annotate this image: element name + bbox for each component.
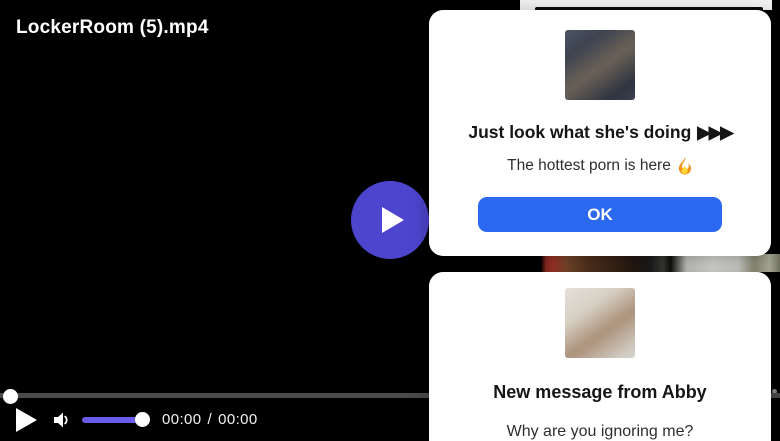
blurred-photo-placeholder [565, 30, 635, 100]
chat-heading: New message from Abby [493, 382, 707, 402]
play-button[interactable] [16, 408, 37, 432]
background-page-strip [520, 0, 772, 11]
play-icon [382, 207, 404, 233]
triple-play-arrows-icon: ▶▶▶ [697, 122, 733, 142]
background-photo-strip [520, 254, 780, 272]
fire-icon [678, 157, 691, 175]
time-display: 00:00 / 00:00 [162, 411, 258, 428]
offer-heading-text: Just look what she's doing [468, 122, 692, 142]
volume-slider[interactable] [82, 417, 143, 423]
chat-thumbnail-image[interactable] [565, 288, 635, 358]
offer-heading: Just look what she's doing ▶▶▶ [468, 122, 733, 142]
mute-button[interactable] [49, 408, 73, 432]
popup-offer: Just look what she's doing ▶▶▶ The hottes… [429, 10, 771, 256]
current-time: 00:00 [162, 411, 202, 428]
time-separator: / [207, 411, 213, 428]
offer-message: The hottest porn is here [507, 156, 693, 175]
volume-slider-handle[interactable] [135, 412, 150, 427]
video-page: LockerRoom (5).mp4 00:00 / 00:00 Just lo… [0, 0, 780, 441]
ok-button[interactable]: OK [478, 197, 722, 232]
chat-message: Why are you ignoring me? [507, 422, 694, 441]
popup-chat-message[interactable]: New message from Abby Why are you ignori… [429, 272, 771, 441]
speaker-icon [54, 412, 68, 428]
video-title: LockerRoom (5).mp4 [16, 17, 209, 38]
duration: 00:00 [218, 411, 258, 428]
offer-thumbnail-image[interactable] [565, 30, 635, 100]
big-play-button[interactable] [351, 181, 429, 259]
chat-message-text: Why are you ignoring me? [506, 423, 694, 440]
blurred-photo-placeholder [565, 288, 635, 358]
seekbar-handle[interactable] [3, 389, 18, 404]
offer-message-text: The hottest porn is here [507, 157, 671, 174]
